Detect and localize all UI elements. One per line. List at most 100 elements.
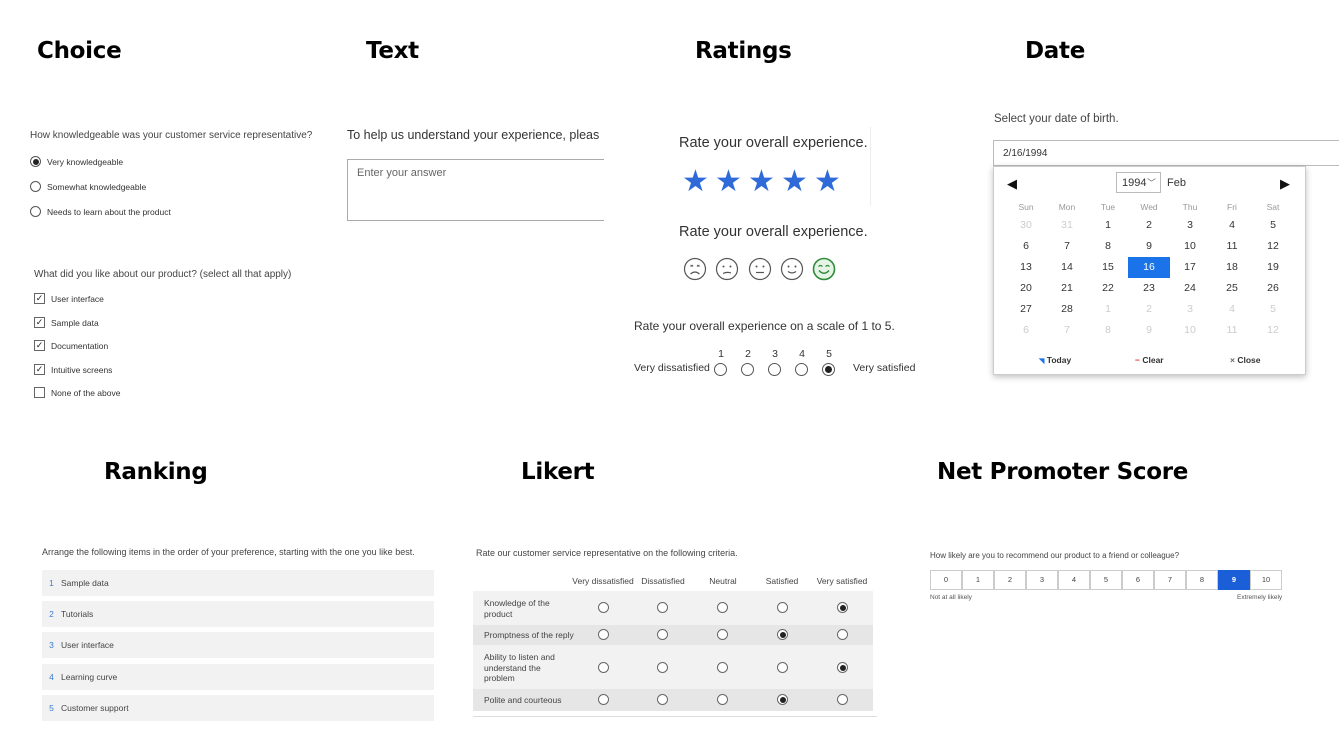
likert-radio-button[interactable] (598, 629, 609, 640)
radio-button[interactable] (30, 156, 41, 167)
calendar-day[interactable]: 6 (1011, 321, 1041, 340)
likert-radio-button[interactable] (598, 602, 609, 613)
calendar-day[interactable]: 11 (1217, 321, 1247, 340)
scale-radio-button[interactable] (768, 363, 781, 376)
nps-score-selected[interactable]: 9 (1218, 570, 1250, 590)
calendar-day[interactable]: 25 (1217, 279, 1247, 298)
nps-score[interactable]: 3 (1026, 570, 1058, 590)
likert-radio-button[interactable] (657, 629, 668, 640)
likert-radio-button[interactable] (837, 694, 848, 705)
calendar-day[interactable]: 2 (1134, 300, 1164, 319)
likert-radio-button[interactable] (717, 662, 728, 673)
ranking-item[interactable]: 4 Learning curve (42, 664, 434, 690)
multi-option[interactable]: ✓ Intuitive screens (34, 364, 112, 375)
calendar-day[interactable]: 14 (1052, 258, 1082, 277)
calendar-day[interactable]: 1 (1093, 300, 1123, 319)
likert-radio-button[interactable] (837, 662, 848, 673)
calendar-day[interactable]: 9 (1134, 321, 1164, 340)
multi-option[interactable]: ✓ Sample data (34, 317, 99, 328)
calendar-day[interactable]: 31 (1052, 216, 1082, 235)
calendar-day[interactable]: 22 (1093, 279, 1123, 298)
nps-score[interactable]: 1 (962, 570, 994, 590)
star-icon[interactable]: ★ (748, 167, 775, 197)
close-button[interactable]: × Close (1230, 355, 1261, 365)
checkbox[interactable]: ✓ (34, 340, 45, 351)
likert-radio-button[interactable] (777, 629, 788, 640)
calendar-day[interactable]: 10 (1175, 321, 1205, 340)
calendar-day[interactable]: 13 (1011, 258, 1041, 277)
ranking-item[interactable]: 2 Tutorials (42, 601, 434, 627)
likert-radio-button[interactable] (717, 629, 728, 640)
likert-radio-button[interactable] (598, 694, 609, 705)
calendar-day[interactable]: 26 (1258, 279, 1288, 298)
radio-button[interactable] (30, 181, 41, 192)
calendar-day[interactable]: 7 (1052, 237, 1082, 256)
happy-face-icon[interactable] (780, 257, 804, 281)
calendar-day[interactable]: 24 (1175, 279, 1205, 298)
likert-radio-button[interactable] (657, 602, 668, 613)
ranking-item[interactable]: 1 Sample data (42, 570, 434, 596)
nps-score[interactable]: 0 (930, 570, 962, 590)
checkbox[interactable]: ✓ (34, 293, 45, 304)
calendar-day[interactable]: 4 (1217, 216, 1247, 235)
very-happy-face-icon[interactable] (812, 257, 836, 281)
ranking-item[interactable]: 5 Customer support (42, 695, 434, 721)
calendar-day[interactable]: 5 (1258, 216, 1288, 235)
calendar-day[interactable]: 6 (1011, 237, 1041, 256)
calendar-day[interactable]: 10 (1175, 237, 1205, 256)
calendar-day[interactable]: 28 (1052, 300, 1082, 319)
likert-radio-button[interactable] (777, 602, 788, 613)
likert-radio-button[interactable] (598, 662, 609, 673)
checkbox[interactable] (34, 387, 45, 398)
single-option[interactable]: Needs to learn about the product (30, 206, 171, 217)
calendar-day[interactable]: 12 (1258, 321, 1288, 340)
likert-radio-button[interactable] (777, 694, 788, 705)
scale-radio-button[interactable] (741, 363, 754, 376)
date-input[interactable]: 2/16/1994 (993, 140, 1339, 166)
text-answer-input[interactable]: Enter your answer (347, 159, 604, 221)
next-month-icon[interactable]: ▶ (1280, 176, 1290, 192)
nps-score[interactable]: 8 (1186, 570, 1218, 590)
calendar-day[interactable]: 15 (1093, 258, 1123, 277)
calendar-day[interactable]: 8 (1093, 237, 1123, 256)
scale-radio-button[interactable] (714, 363, 727, 376)
previous-month-icon[interactable]: ◀ (1007, 176, 1017, 192)
star-icon[interactable]: ★ (715, 167, 742, 197)
likert-radio-button[interactable] (717, 694, 728, 705)
nps-score[interactable]: 5 (1090, 570, 1122, 590)
nps-score[interactable]: 7 (1154, 570, 1186, 590)
multi-option[interactable]: None of the above (34, 387, 120, 398)
calendar-day[interactable]: 12 (1258, 237, 1288, 256)
single-option[interactable]: Somewhat knowledgeable (30, 181, 146, 192)
likert-radio-button[interactable] (777, 662, 788, 673)
nps-score[interactable]: 10 (1250, 570, 1282, 590)
radio-button[interactable] (30, 206, 41, 217)
nps-score[interactable]: 6 (1122, 570, 1154, 590)
likert-radio-button[interactable] (657, 694, 668, 705)
multi-option[interactable]: ✓ Documentation (34, 340, 108, 351)
checkbox[interactable]: ✓ (34, 364, 45, 375)
star-icon[interactable]: ★ (682, 167, 709, 197)
calendar-day[interactable]: 7 (1052, 321, 1082, 340)
calendar-day[interactable]: 9 (1134, 237, 1164, 256)
calendar-day[interactable]: 19 (1258, 258, 1288, 277)
year-select[interactable]: 1994 ﹀ (1116, 172, 1161, 193)
calendar-day[interactable]: 11 (1217, 237, 1247, 256)
calendar-day[interactable]: 30 (1011, 216, 1041, 235)
star-icon[interactable]: ★ (781, 167, 808, 197)
likert-radio-button[interactable] (657, 662, 668, 673)
calendar-day[interactable]: 1 (1093, 216, 1123, 235)
calendar-day[interactable]: 8 (1093, 321, 1123, 340)
calendar-day[interactable]: 18 (1217, 258, 1247, 277)
clear-button[interactable]: − Clear (1135, 355, 1164, 365)
scale-radio-button[interactable] (795, 363, 808, 376)
calendar-day[interactable]: 3 (1175, 216, 1205, 235)
calendar-day[interactable]: 4 (1217, 300, 1247, 319)
multi-option[interactable]: ✓ User interface (34, 293, 104, 304)
very-sad-face-icon[interactable] (683, 257, 707, 281)
single-option[interactable]: Very knowledgeable (30, 156, 123, 167)
calendar-day[interactable]: 5 (1258, 300, 1288, 319)
calendar-day[interactable]: 17 (1175, 258, 1205, 277)
likert-radio-button[interactable] (837, 602, 848, 613)
star-icon[interactable]: ★ (814, 167, 841, 197)
